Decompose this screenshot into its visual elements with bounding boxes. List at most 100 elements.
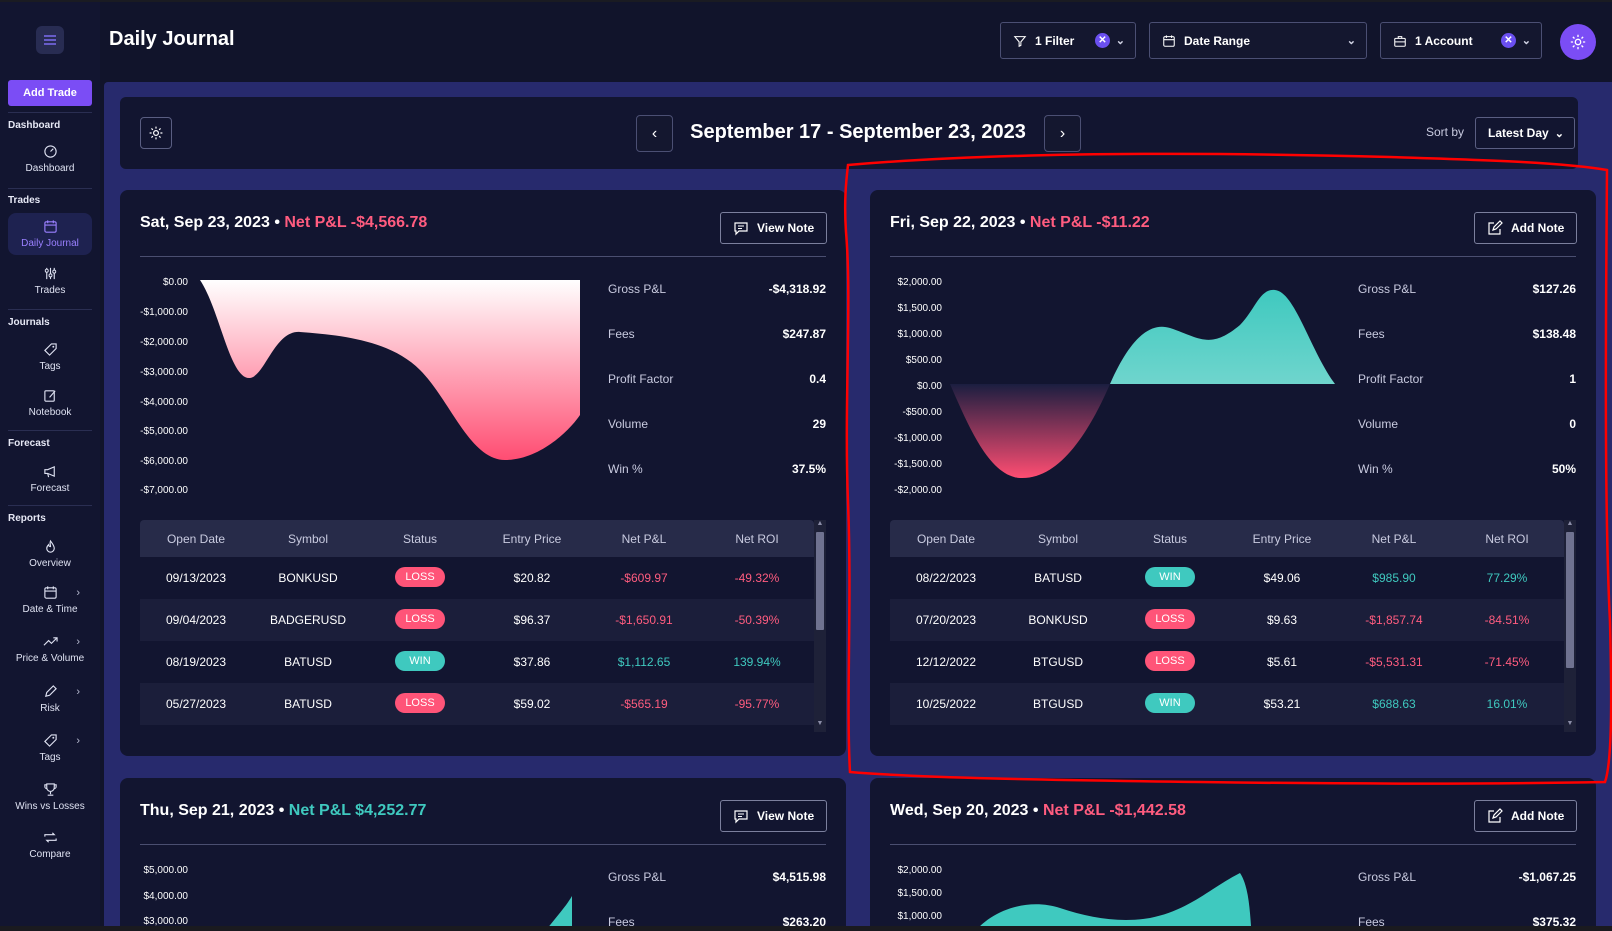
open-date-cell: 08/22/2023 [915, 571, 977, 585]
scrollbar-thumb[interactable] [816, 532, 824, 630]
sidebar-item-dashboard[interactable]: Dashboard [8, 144, 92, 174]
sidebar-item-price-volume[interactable]: Price & Volume › [8, 634, 92, 664]
y-axis-label: -$1,000.00 [140, 307, 188, 318]
journal-settings-button[interactable] [140, 117, 172, 149]
add-note-label: Add Note [1511, 221, 1565, 235]
day-date: Thu, Sep 21, 2023 [140, 802, 275, 819]
scroll-down-icon[interactable]: ▼ [814, 720, 826, 727]
day-card-title: Sat, Sep 23, 2023 • Net P&L -$4,566.78 [140, 214, 427, 232]
day-date: Sat, Sep 23, 2023 [140, 214, 270, 231]
chevron-down-icon: ⌄ [1521, 35, 1531, 47]
y-axis-label: -$5,000.00 [140, 426, 188, 437]
comment-icon [734, 810, 748, 824]
net-roi-cell: 16.01% [1486, 697, 1528, 711]
stat-label: Volume [608, 417, 649, 431]
hamburger-icon [44, 35, 56, 45]
y-axis-label: -$2,000.00 [140, 337, 188, 348]
account-dropdown[interactable]: 1 Account ✕ ⌄ [1380, 22, 1542, 59]
stat-label: Volume [1358, 417, 1399, 431]
divider [8, 430, 92, 431]
table-row[interactable]: 12/12/2022 BTGUSD LOSS $5.61 -$5,531.31 … [890, 641, 1564, 683]
open-date-cell: 08/19/2023 [165, 655, 227, 669]
y-axis-label: $2,000.00 [897, 277, 943, 288]
table-scrollbar[interactable]: ▲ ▼ [1564, 520, 1576, 732]
y-axis-label: $1,000.00 [897, 329, 943, 340]
open-date-cell: 09/04/2023 [165, 613, 227, 627]
net-pnl-cell: $1,112.65 [617, 655, 671, 669]
menu-toggle-button[interactable] [36, 26, 64, 54]
table-row[interactable]: 05/27/2023 BATUSD LOSS $59.02 -$565.19 -… [140, 683, 814, 725]
add-note-button[interactable]: Add Note [1474, 212, 1578, 244]
sidebar-item-label: Tags [39, 361, 61, 372]
pnl-area-chart [975, 873, 1252, 931]
y-axis-label: -$500.00 [902, 407, 942, 418]
sidebar-item-date-time[interactable]: Date & Time › [8, 585, 92, 615]
stat-label: Profit Factor [1358, 372, 1424, 386]
stat-label: Gross P&L [1358, 282, 1417, 296]
chevron-left-icon: ‹ [651, 124, 658, 142]
y-axis-label: $0.00 [916, 381, 942, 392]
net-pnl-cell: -$1,650.91 [615, 613, 673, 627]
divider [8, 505, 92, 506]
scroll-up-icon[interactable]: ▲ [814, 520, 826, 527]
sidebar-item-notebook[interactable]: Notebook [8, 388, 92, 418]
sort-dropdown[interactable]: Latest Day ⌄ [1475, 117, 1575, 149]
view-note-button[interactable]: View Note [720, 800, 828, 832]
sidebar-item-risk[interactable]: Risk › [8, 684, 92, 714]
stat-label: Gross P&L [608, 282, 667, 296]
sidebar-item-trades[interactable]: Trades [8, 266, 92, 296]
previous-week-button[interactable]: ‹ [636, 115, 673, 152]
scroll-up-icon[interactable]: ▲ [1564, 520, 1576, 527]
day-date: Wed, Sep 20, 2023 [890, 802, 1029, 819]
clear-account-icon[interactable]: ✕ [1501, 33, 1516, 48]
next-week-button[interactable]: › [1044, 115, 1081, 152]
open-date-cell: 12/12/2022 [915, 655, 977, 669]
table-row[interactable]: 09/13/2023 BONKUSD LOSS $20.82 -$609.97 … [140, 557, 814, 599]
table-scrollbar[interactable]: ▲ ▼ [814, 520, 826, 732]
pencil-icon [44, 685, 57, 697]
add-trade-button[interactable]: Add Trade [8, 80, 92, 106]
table-row[interactable]: 10/25/2022 BTGUSD WIN $53.21 $688.63 16.… [890, 683, 1564, 725]
scrollbar-thumb[interactable] [1566, 532, 1574, 668]
tag-icon [43, 343, 57, 356]
view-note-button[interactable]: View Note [720, 212, 828, 244]
settings-button[interactable] [1560, 24, 1596, 60]
comment-icon [734, 222, 748, 236]
sidebar-item-compare[interactable]: Compare [8, 830, 92, 860]
view-note-label: View Note [757, 221, 815, 235]
sidebar-item-wins-vs-losses[interactable]: Wins vs Losses [8, 782, 92, 812]
week-title: September 17 - September 23, 2023 [690, 121, 1026, 143]
profit-factor-value: 1 [1569, 372, 1576, 386]
stat-label: Profit Factor [608, 372, 674, 386]
sidebar-item-overview[interactable]: Overview [8, 539, 92, 569]
bottom-strip [0, 926, 1612, 931]
sidebar-item-forecast[interactable]: Forecast [8, 464, 92, 494]
table-row[interactable]: 09/04/2023 BADGERUSD LOSS $96.37 -$1,650… [140, 599, 814, 641]
section-label-reports: Reports [8, 513, 46, 524]
day-card-title: Fri, Sep 22, 2023 • Net P&L -$11.22 [890, 214, 1150, 232]
sidebar-item-tags[interactable]: Tags [8, 342, 92, 372]
scroll-down-icon[interactable]: ▼ [1564, 720, 1576, 727]
briefcase-icon [1394, 35, 1406, 47]
view-note-label: View Note [757, 809, 815, 823]
clear-filter-icon[interactable]: ✕ [1095, 33, 1110, 48]
table-row[interactable]: 08/22/2023 BATUSD WIN $49.06 $985.90 77.… [890, 557, 1564, 599]
net-roi-cell: -50.39% [734, 613, 780, 627]
sidebar-item-report-tags[interactable]: Tags › [8, 733, 92, 763]
sidebar-item-label: Tags [39, 752, 61, 763]
date-range-dropdown[interactable]: Date Range ⌄ [1149, 22, 1367, 59]
symbol-cell: BATUSD [1034, 571, 1082, 585]
y-axis-label: -$7,000.00 [140, 485, 188, 496]
table-row[interactable]: 08/19/2023 BATUSD WIN $37.86 $1,112.65 1… [140, 641, 814, 683]
day-card-title: Wed, Sep 20, 2023 • Net P&L -$1,442.58 [890, 802, 1186, 820]
pnl-area-positive [1110, 289, 1335, 384]
section-label-trades: Trades [8, 195, 41, 206]
filter-dropdown[interactable]: 1 Filter ✕ ⌄ [1000, 22, 1136, 59]
table-row[interactable]: 07/20/2023 BONKUSD LOSS $9.63 -$1,857.74… [890, 599, 1564, 641]
column-header: Net P&L [621, 532, 667, 546]
divider [890, 844, 1576, 845]
y-axis-label: $1,500.00 [897, 888, 943, 899]
sidebar: Add Trade Dashboard Dashboard Trades Dai… [0, 2, 100, 931]
add-note-button[interactable]: Add Note [1474, 800, 1578, 832]
sidebar-item-daily-journal[interactable]: Daily Journal [8, 213, 92, 255]
